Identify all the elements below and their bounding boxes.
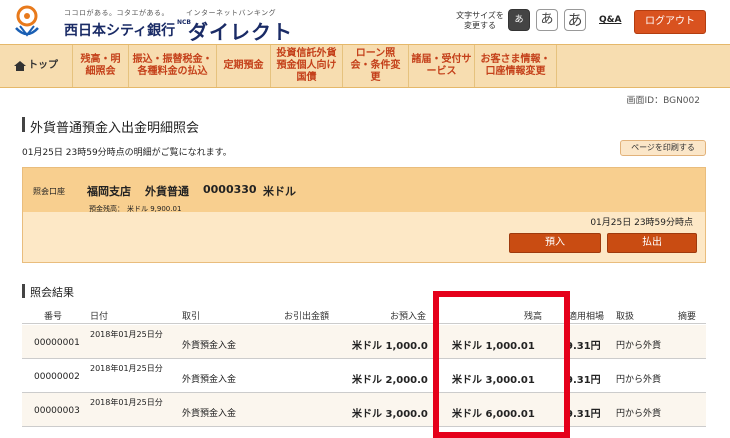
nav-procedures[interactable]: 諸届・受付サービス bbox=[409, 45, 475, 87]
col-withdrawal: お引出金額 bbox=[284, 312, 330, 322]
row-transaction: 外貨預金入金 bbox=[182, 341, 237, 351]
ncb-mark: NCB bbox=[177, 19, 191, 26]
row-number: 00000001 bbox=[34, 338, 80, 348]
col-balance: 残高 bbox=[524, 312, 543, 322]
nav-customer-info[interactable]: お客さま情報・口座情報変更 bbox=[475, 45, 557, 87]
row-date: 2018年01月25日分 bbox=[90, 364, 163, 373]
row-deposit: 米ドル 1,000.0 bbox=[352, 341, 428, 352]
col-number: 番号 bbox=[44, 312, 63, 322]
global-nav: トップ 残高・明細照会 振込・振替税金・各種料金の払込 定期預金 投資信託外貨預… bbox=[0, 44, 730, 88]
service-logo-text: ダイレクト bbox=[188, 20, 293, 44]
row-transaction: 外貨預金入金 bbox=[182, 409, 237, 419]
font-size-medium-button[interactable]: あ bbox=[536, 9, 558, 31]
nav-transfer-label: 振込・振替税金・各種料金の払込 bbox=[132, 54, 213, 77]
table-row: 00000003 2018年01月25日分 外貨預金入金 米ドル 3,000.0… bbox=[22, 393, 706, 427]
nav-balance[interactable]: 残高・明細照会 bbox=[73, 45, 129, 87]
row-date: 2018年01月25日分 bbox=[90, 330, 163, 339]
logout-button[interactable]: ログアウト bbox=[634, 10, 706, 34]
bank-logo-icon bbox=[15, 5, 39, 37]
screen-id: 画面ID：BGN002 bbox=[626, 96, 701, 106]
row-balance: 米ドル 3,000.01 bbox=[452, 375, 535, 386]
account-number: 0000330 bbox=[203, 183, 257, 196]
nav-top-label: トップ bbox=[28, 60, 58, 71]
nav-loan[interactable]: ローン照会・条件変更 bbox=[343, 45, 409, 87]
row-balance: 米ドル 1,000.01 bbox=[452, 341, 535, 352]
row-transaction: 外貨預金入金 bbox=[182, 375, 237, 385]
results-marker bbox=[22, 284, 25, 298]
print-page-button[interactable]: ページを印刷する bbox=[620, 140, 706, 156]
nav-balance-label: 残高・明細照会 bbox=[80, 54, 121, 77]
col-handling: 取扱 bbox=[616, 312, 635, 322]
row-balance: 米ドル 6,000.01 bbox=[452, 409, 535, 420]
balance-label: 預金残高： bbox=[89, 205, 124, 213]
balance-value: 米ドル 9,900.01 bbox=[127, 205, 182, 213]
account-label: 照会口座 bbox=[33, 187, 65, 196]
nav-loan-label: ローン照会・条件変更 bbox=[350, 48, 401, 83]
font-size-large-button[interactable]: あ bbox=[564, 9, 586, 31]
row-deposit: 米ドル 2,000.0 bbox=[352, 375, 428, 386]
col-memo: 摘要 bbox=[678, 312, 697, 322]
results-table: 番号 日付 取引 お引出金額 お預入金 残高 適用相場 取扱 摘要 000000… bbox=[22, 306, 706, 438]
table-row: 00000001 2018年01月25日分 外貨預金入金 米ドル 1,000.0… bbox=[22, 325, 706, 359]
nav-customer-info-label: お客さま情報・口座情報変更 bbox=[480, 54, 551, 77]
row-handling: 円から外貨 bbox=[616, 409, 662, 419]
as-of-time: 01月25日 23時59分時点 bbox=[590, 218, 693, 228]
house-icon bbox=[14, 61, 26, 71]
qa-link[interactable]: Q&A bbox=[599, 15, 621, 25]
bank-name: 西日本シティ銀行 bbox=[64, 23, 176, 39]
title-marker bbox=[22, 117, 25, 132]
account-currency: 米ドル bbox=[263, 185, 296, 198]
table-header: 番号 日付 取引 お引出金額 お預入金 残高 適用相場 取扱 摘要 bbox=[22, 306, 706, 324]
row-number: 00000002 bbox=[34, 372, 80, 382]
nav-time-deposit-label: 定期預金 bbox=[223, 60, 264, 71]
account-header: 照会口座 福岡支店 外貨普通 0000330 米ドル 預金残高： 米ドル 9,9… bbox=[23, 168, 705, 213]
row-handling: 円から外貨 bbox=[616, 375, 662, 385]
table-row: 00000002 2018年01月25日分 外貨預金入金 米ドル 2,000.0… bbox=[22, 359, 706, 393]
results-title: 照会結果 bbox=[30, 286, 74, 299]
site-header: ココロがある。コタエがある。 西日本シティ銀行 インターネットバンキング NCB… bbox=[0, 0, 730, 44]
notice-text: 01月25日 23時59分時点の明細がご覧になれます。 bbox=[22, 148, 232, 158]
account-panel: 照会口座 福岡支店 外貨普通 0000330 米ドル 預金残高： 米ドル 9,9… bbox=[22, 167, 706, 263]
account-branch: 福岡支店 bbox=[87, 185, 131, 198]
row-handling: 円から外貨 bbox=[616, 341, 662, 351]
col-deposit: お預入金 bbox=[390, 312, 427, 322]
row-rate: 9.31円 bbox=[566, 409, 601, 420]
deposit-button[interactable]: 預入 bbox=[509, 233, 601, 253]
font-size-label: 文字サイズを変更する bbox=[456, 11, 504, 30]
tagline: ココロがある。コタエがある。 bbox=[64, 9, 169, 17]
account-type: 外貨普通 bbox=[145, 185, 189, 198]
nav-procedures-label: 諸届・受付サービス bbox=[411, 54, 472, 77]
row-rate: 9.31円 bbox=[566, 375, 601, 386]
row-deposit: 米ドル 3,000.0 bbox=[352, 409, 428, 420]
font-size-small-button[interactable]: あ bbox=[508, 9, 530, 31]
col-rate: 適用相場 bbox=[568, 312, 605, 322]
nav-top[interactable]: トップ bbox=[0, 45, 73, 87]
nav-transfer[interactable]: 振込・振替税金・各種料金の払込 bbox=[129, 45, 217, 87]
row-date: 2018年01月25日分 bbox=[90, 398, 163, 407]
nav-time-deposit[interactable]: 定期預金 bbox=[217, 45, 271, 87]
col-date: 日付 bbox=[90, 312, 109, 322]
nav-investment-label: 投資信託外貨預金個人向け国債 bbox=[276, 48, 337, 83]
page-title: 外貨普通預金入出金明細照会 bbox=[30, 121, 200, 136]
nav-investment[interactable]: 投資信託外貨預金個人向け国債 bbox=[271, 45, 343, 87]
withdraw-button[interactable]: 払出 bbox=[607, 233, 697, 253]
col-transaction: 取引 bbox=[182, 312, 201, 322]
row-rate: 9.31円 bbox=[566, 341, 601, 352]
row-number: 00000003 bbox=[34, 406, 80, 416]
